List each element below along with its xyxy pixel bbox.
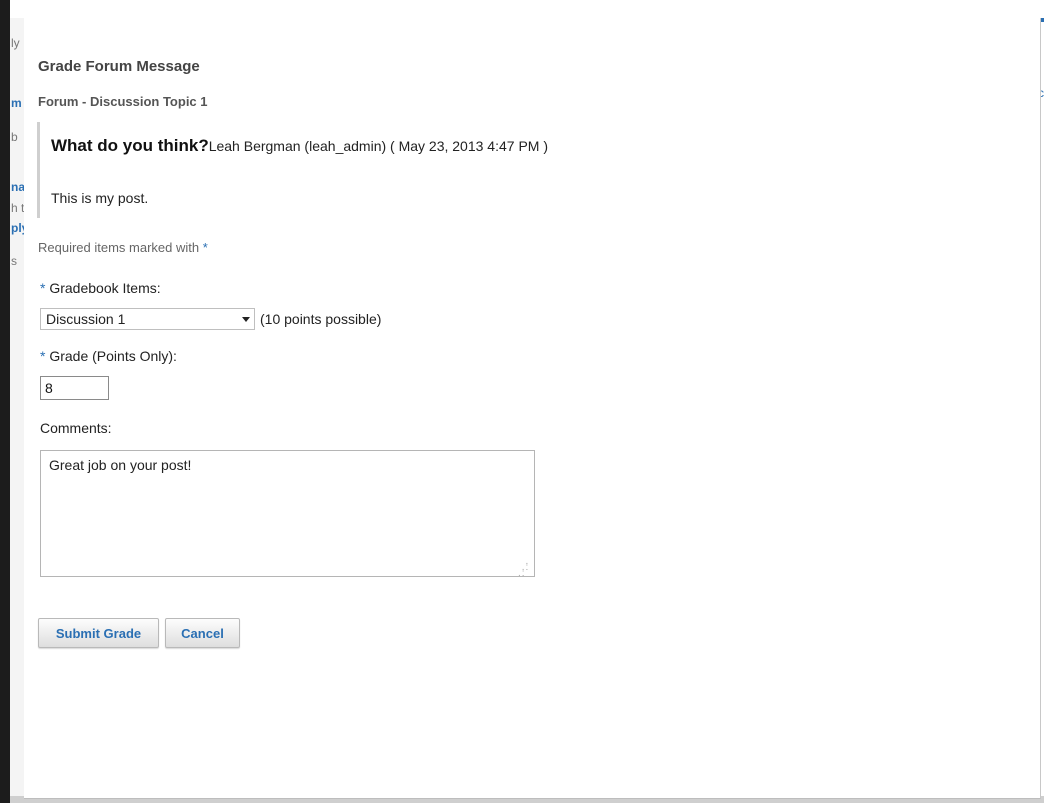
message-title: What do you think? xyxy=(51,136,209,155)
background-fragment: na xyxy=(11,180,24,194)
gradebook-items-label-text: Gradebook Items: xyxy=(49,280,161,296)
message-header: What do you think?Leah Bergman (leah_adm… xyxy=(51,136,548,156)
grade-dialog: Grade Forum Message Forum - Discussion T… xyxy=(24,18,1041,799)
grade-input[interactable] xyxy=(40,376,109,400)
gradebook-selected-value: Discussion 1 xyxy=(46,311,126,327)
grade-label: * Grade (Points Only): xyxy=(40,348,177,364)
required-marker: * xyxy=(40,348,46,364)
background-fragment: ly xyxy=(11,36,20,50)
gradebook-items-label: * Gradebook Items: xyxy=(40,280,161,296)
background-fragment: b xyxy=(11,130,18,144)
required-note-text: Required items marked with xyxy=(38,240,200,255)
required-marker: * xyxy=(40,280,46,296)
grade-label-text: Grade (Points Only): xyxy=(49,348,177,364)
chevron-down-icon xyxy=(242,317,250,322)
window-top-border xyxy=(10,0,1044,19)
message-body: This is my post. xyxy=(51,190,149,206)
points-possible-note: (10 points possible) xyxy=(260,311,382,327)
comments-label: Comments: xyxy=(40,420,112,436)
background-fragment: h t xyxy=(11,201,24,215)
background-page-peek: ly m b na h t ply s xyxy=(10,18,24,803)
dialog-title: Grade Forum Message xyxy=(38,58,200,75)
submit-grade-button[interactable]: Submit Grade xyxy=(38,618,159,648)
message-author-line: Leah Bergman (leah_admin) ( May 23, 2013… xyxy=(208,138,548,154)
forum-topic-subtitle: Forum - Discussion Topic 1 xyxy=(38,94,208,109)
background-fragment: ply xyxy=(11,221,24,235)
background-fragment: s xyxy=(11,254,17,268)
forum-message: What do you think?Leah Bergman (leah_adm… xyxy=(37,122,640,218)
window-left-edge xyxy=(0,0,10,803)
cancel-button[interactable]: Cancel xyxy=(165,618,240,648)
gradebook-items-select[interactable]: Discussion 1 xyxy=(40,308,255,330)
required-items-note: Required items marked with * xyxy=(38,240,208,255)
background-fragment: m xyxy=(11,96,22,110)
required-marker: * xyxy=(202,240,208,255)
comments-textarea[interactable]: Great job on your post! xyxy=(40,450,535,577)
resize-grip-icon[interactable]: . .:.: xyxy=(518,557,532,579)
